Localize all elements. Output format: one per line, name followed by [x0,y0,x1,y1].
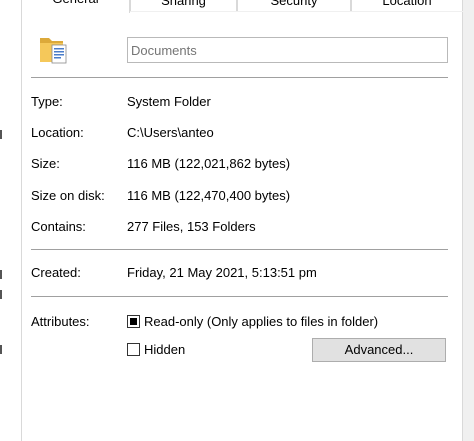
readonly-checkbox-box[interactable] [127,315,140,328]
tab-general[interactable]: General [21,0,130,13]
size-on-disk-label: Size on disk: [31,188,105,203]
created-label: Created: [31,265,81,280]
attributes-label: Attributes: [31,314,90,329]
type-value: System Folder [127,94,211,109]
edge-mark [0,270,2,279]
edge-mark [0,290,2,299]
hidden-checkbox[interactable]: Hidden [127,342,185,357]
size-value: 116 MB (122,021,862 bytes) [127,156,291,171]
general-tab-panel: Type: System Folder Location: C:\Users\a… [21,12,463,441]
tab-location[interactable]: Location [351,0,463,11]
edge-mark [0,130,2,139]
background-window-edge [0,0,21,441]
created-value: Friday, 21 May 2021, 5:13:51 pm [127,265,317,280]
divider [31,77,448,78]
tab-security[interactable]: Security [237,0,351,11]
contains-label: Contains: [31,219,86,234]
tab-sharing[interactable]: Sharing [130,0,237,11]
folder-document-icon [40,38,67,64]
divider [31,296,448,297]
location-label: Location: [31,125,84,140]
readonly-checkbox-label: Read-only (Only applies to files in fold… [144,314,379,329]
folder-name-input[interactable] [127,37,448,63]
hidden-checkbox-box[interactable] [127,343,140,356]
advanced-button[interactable]: Advanced... [312,338,446,362]
type-label: Type: [31,94,63,109]
divider [31,249,448,250]
edge-mark [0,345,2,354]
contains-value: 277 Files, 153 Folders [127,219,256,234]
hidden-checkbox-label: Hidden [144,342,186,357]
readonly-checkbox[interactable]: Read-only (Only applies to files in fold… [127,314,378,329]
size-on-disk-value: 116 MB (122,470,400 bytes) [127,188,291,203]
location-value: C:\Users\anteo [127,125,214,140]
size-label: Size: [31,156,60,171]
folder-properties-dialog: General Sharing Security Location Type: … [0,0,474,441]
